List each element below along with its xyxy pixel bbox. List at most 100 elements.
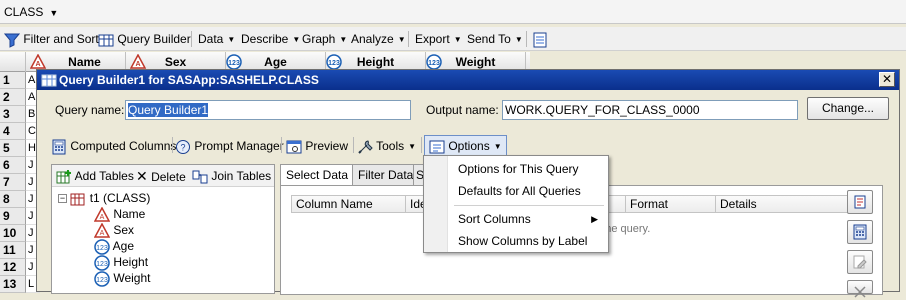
properties-icon: [532, 32, 548, 48]
column-label: Name: [113, 207, 146, 221]
details-header[interactable]: Details: [716, 196, 836, 212]
column-header-label: Name: [68, 55, 101, 69]
sort-columns-label: Sort Columns: [458, 212, 531, 226]
analyze-menu[interactable]: Analyze ▼: [351, 30, 406, 48]
row-number[interactable]: 12: [0, 259, 26, 276]
calculator-icon: [51, 139, 67, 155]
prompt-manager-button[interactable]: ? Prompt Manager: [175, 137, 284, 155]
properties-button[interactable]: [847, 190, 873, 214]
close-button[interactable]: ✕: [879, 72, 895, 87]
separator: [421, 137, 422, 153]
tree-table-node[interactable]: − t1 (CLASS): [58, 190, 150, 207]
query-builder-button[interactable]: Query Builder: [98, 30, 191, 48]
menu-item-defaults-all-queries[interactable]: Defaults for All Queries: [450, 180, 608, 202]
output-name-input[interactable]: WORK.QUERY_FOR_CLASS_0000: [502, 100, 798, 120]
dialog-title-bar[interactable]: Query Builder1 for SASApp:SASHELP.CLASS …: [37, 70, 899, 90]
options-icon: [429, 139, 445, 155]
join-tables-button[interactable]: Join Tables: [192, 167, 271, 185]
delete-button[interactable]: ✕ Delete: [136, 167, 186, 185]
menu-item-sort-columns[interactable]: Sort Columns ▶: [450, 208, 608, 230]
row-number[interactable]: 4: [0, 123, 26, 140]
tab-select-data[interactable]: Select Data: [280, 164, 355, 187]
tree-column-weight[interactable]: 123 Weight: [94, 270, 150, 287]
prompt-manager-label: Prompt Manager: [194, 139, 284, 153]
computed-columns-label: Computed Columns: [70, 139, 177, 153]
row-number[interactable]: 11: [0, 242, 26, 259]
calculator-button[interactable]: [847, 220, 873, 244]
prompt-icon: ?: [175, 139, 191, 155]
query-builder-icon: [98, 32, 114, 48]
row-number[interactable]: 3: [0, 106, 26, 123]
chevron-down-icon: ▼: [514, 34, 523, 44]
describe-menu[interactable]: Describe ▼: [241, 30, 300, 48]
table-node-label: t1 (CLASS): [89, 191, 151, 205]
class-tab-label: CLASS: [4, 5, 44, 19]
menu-item-show-columns-by-label[interactable]: Show Columns by Label: [450, 230, 608, 252]
svg-text:123: 123: [228, 60, 240, 67]
tools-menu[interactable]: Tools ▼: [357, 137, 416, 155]
row-number[interactable]: 5: [0, 140, 26, 157]
export-menu[interactable]: Export ▼: [415, 30, 462, 48]
query-builder-icon: [41, 72, 57, 88]
tree-column-age[interactable]: 123 Age: [94, 238, 134, 255]
row-number[interactable]: 6: [0, 157, 26, 174]
filter-sort-label: Filter and Sort: [23, 32, 99, 46]
change-button[interactable]: Change...: [807, 97, 889, 120]
chevron-down-icon: ▼: [493, 141, 502, 151]
tools-label: Tools: [376, 139, 405, 153]
svg-text:123: 123: [96, 245, 108, 252]
character-column-icon: A: [94, 206, 110, 223]
chevron-down-icon: ▼: [292, 34, 301, 44]
options-menu-button[interactable]: Options ▼: [424, 135, 507, 157]
menu-item-options-for-query[interactable]: Options for This Query: [450, 158, 608, 180]
svg-text:123: 123: [96, 277, 108, 284]
row-number[interactable]: 1: [0, 72, 26, 89]
delete-icon: [854, 286, 866, 298]
row-number[interactable]: 2: [0, 89, 26, 106]
collapse-icon[interactable]: −: [58, 194, 67, 204]
class-tab[interactable]: CLASS ▼: [4, 5, 58, 19]
analyze-menu-label: Analyze: [351, 32, 394, 46]
add-tables-button[interactable]: Add Tables: [56, 167, 134, 185]
edit-button[interactable]: [847, 250, 873, 274]
column-name-header[interactable]: Column Name: [292, 196, 406, 212]
export-menu-label: Export: [415, 32, 450, 46]
properties-button[interactable]: [532, 30, 548, 48]
svg-text:A: A: [100, 230, 105, 237]
column-header-label: Weight: [455, 55, 496, 69]
tree-column-sex[interactable]: A Sex: [94, 222, 134, 239]
main-toolbar: Filter and Sort Query Builder Data ▼ Desc…: [0, 27, 906, 51]
svg-text:123: 123: [96, 261, 108, 268]
properties-icon: [854, 195, 866, 209]
preview-button[interactable]: Preview: [286, 137, 348, 155]
row-number[interactable]: 9: [0, 208, 26, 225]
format-header[interactable]: Format: [626, 196, 716, 212]
join-tables-label: Join Tables: [211, 169, 272, 183]
svg-text:A: A: [100, 214, 105, 221]
describe-menu-label: Describe: [241, 32, 289, 46]
grid-corner[interactable]: [0, 52, 26, 72]
tools-icon: [357, 139, 373, 155]
options-label: Options: [448, 139, 490, 153]
row-number[interactable]: 13: [0, 276, 26, 293]
tree-column-height[interactable]: 123 Height: [94, 254, 148, 271]
chevron-down-icon: ▼: [227, 34, 236, 44]
row-number[interactable]: 8: [0, 191, 26, 208]
tree-column-name[interactable]: A Name: [94, 206, 145, 223]
svg-text:A: A: [135, 61, 140, 68]
send-to-menu[interactable]: Send To ▼: [467, 30, 523, 48]
chevron-down-icon[interactable]: ▼: [49, 8, 58, 18]
row-number[interactable]: 10: [0, 225, 26, 242]
filter-sort-button[interactable]: Filter and Sort: [4, 30, 99, 48]
numeric-column-icon: 123: [94, 239, 110, 255]
tab-filter-data[interactable]: Filter Data: [352, 164, 420, 186]
row-number[interactable]: 7: [0, 174, 26, 191]
menu-separator: [454, 205, 604, 206]
computed-columns-button[interactable]: Computed Columns: [51, 137, 176, 155]
column-label: Age: [112, 239, 135, 253]
column-label: Sex: [113, 223, 135, 237]
graph-menu[interactable]: Graph ▼: [302, 30, 347, 48]
query-name-input[interactable]: Query Builder1: [125, 100, 411, 120]
data-menu[interactable]: Data ▼: [198, 30, 235, 48]
options-dropdown-menu: Options for This Query Defaults for All …: [423, 155, 609, 253]
